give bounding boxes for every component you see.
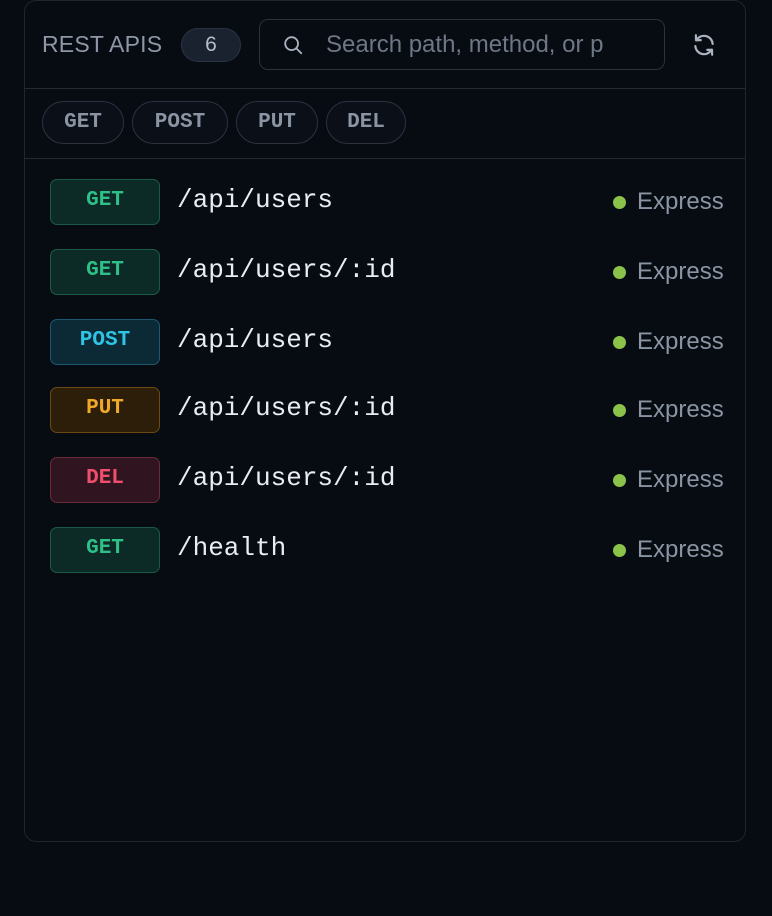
framework-label: Express — [637, 466, 724, 493]
framework-label: Express — [637, 396, 724, 423]
filter-chip-get[interactable]: GET — [42, 101, 124, 144]
method-badge-get: GET — [50, 527, 160, 573]
method-badge-del: DEL — [50, 457, 160, 503]
status-dot-icon — [613, 474, 626, 487]
route-row[interactable]: GET /api/users Express — [25, 159, 745, 225]
route-row[interactable]: POST /api/users Express — [25, 299, 745, 365]
route-path: /api/users/:id — [177, 393, 396, 423]
status-dot-icon — [613, 196, 626, 209]
method-badge-post: POST — [50, 319, 160, 365]
method-badge-get: GET — [50, 249, 160, 295]
route-path: /api/users — [177, 325, 334, 355]
route-path: /api/users/:id — [177, 463, 396, 493]
status-dot-icon — [613, 404, 626, 417]
framework-label: Express — [637, 188, 724, 215]
status-dot-icon — [613, 266, 626, 279]
route-row[interactable]: DEL /api/users/:id Express — [25, 437, 745, 503]
filter-chip-post[interactable]: POST — [132, 101, 228, 144]
refresh-icon[interactable] — [691, 32, 717, 58]
route-path: /api/users — [177, 185, 334, 215]
method-badge-get: GET — [50, 179, 160, 225]
filter-chip-del[interactable]: DEL — [326, 101, 406, 144]
panel-title: REST APIS — [42, 31, 163, 57]
filter-chip-put[interactable]: PUT — [236, 101, 318, 144]
route-row[interactable]: GET /health Express — [25, 507, 745, 573]
route-row[interactable]: PUT /api/users/:id Express — [25, 367, 745, 433]
panel-header: REST APIS 6 — [25, 1, 745, 89]
status-dot-icon — [613, 336, 626, 349]
framework-label: Express — [637, 328, 724, 355]
search-icon — [284, 36, 303, 55]
count-badge: 6 — [181, 28, 241, 62]
method-filter-bar: GET POST PUT DEL — [25, 89, 745, 159]
search-box[interactable] — [259, 19, 665, 70]
route-row[interactable]: GET /api/users/:id Express — [25, 229, 745, 295]
method-badge-put: PUT — [50, 387, 160, 433]
route-path: /health — [177, 533, 287, 563]
search-input[interactable] — [326, 28, 644, 62]
rest-apis-panel: REST APIS 6 GET POST PUT DEL GET /api/us… — [24, 0, 746, 842]
framework-label: Express — [637, 258, 724, 285]
framework-label: Express — [637, 536, 724, 563]
route-path: /api/users/:id — [177, 255, 396, 285]
status-dot-icon — [613, 544, 626, 557]
